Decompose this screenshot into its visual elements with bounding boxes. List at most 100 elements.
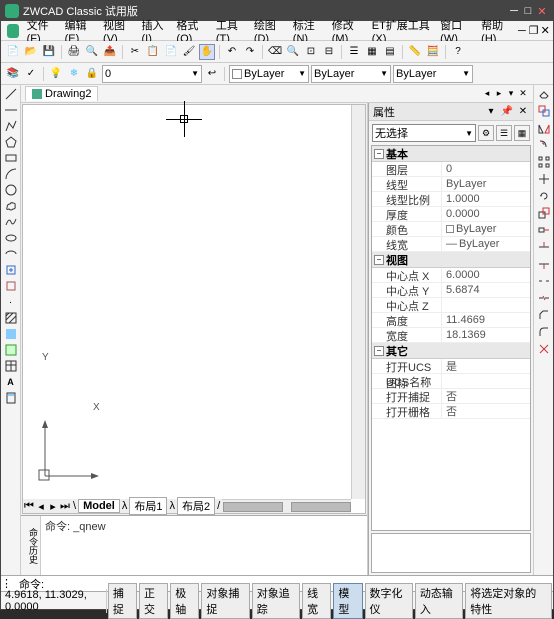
layer-freeze-icon[interactable]: ❄ xyxy=(66,66,82,82)
zoom-window-button[interactable]: ⊡ xyxy=(303,44,319,60)
status-otrack[interactable]: 对象追踪 xyxy=(252,583,300,619)
break-tool[interactable] xyxy=(537,274,551,288)
h-scroll-thumb2[interactable] xyxy=(291,502,351,512)
close-button[interactable]: ✕ xyxy=(535,4,549,18)
status-tablet[interactable]: 数字化仪 xyxy=(365,583,413,619)
document-tab[interactable]: Drawing2 xyxy=(25,86,98,101)
spline-tool[interactable] xyxy=(4,215,18,229)
status-snap[interactable]: 捕捉 xyxy=(108,583,137,619)
pan-button[interactable]: ✋ xyxy=(199,44,215,60)
copy-button[interactable]: 📋 xyxy=(145,44,161,60)
dist-button[interactable]: 📏 xyxy=(407,44,423,60)
line-tool[interactable] xyxy=(4,87,18,101)
drawing-canvas[interactable]: Y X ⏮ ◂ ▸ ⏭ \ Model xyxy=(22,104,366,514)
move-tool[interactable] xyxy=(537,172,551,186)
preview-button[interactable]: 🔍 xyxy=(84,44,100,60)
pickadd-button[interactable]: ☰ xyxy=(496,125,512,141)
app-menu-icon[interactable] xyxy=(7,24,19,38)
help-button[interactable]: ? xyxy=(450,44,466,60)
join-tool[interactable] xyxy=(537,291,551,305)
selectobjs-button[interactable]: ▦ xyxy=(514,125,530,141)
tab-prev-button[interactable]: ◂ xyxy=(35,500,47,513)
designcenter-button[interactable]: ▦ xyxy=(364,44,380,60)
prop-row-cz[interactable]: 中心点 Z xyxy=(372,298,530,313)
tab-close-button[interactable]: ✕ xyxy=(517,88,529,100)
zoom-prev-button[interactable]: ⊟ xyxy=(321,44,337,60)
category-view[interactable]: −视图 xyxy=(372,252,530,268)
layer-select[interactable]: 0 ▼ xyxy=(102,65,202,83)
selection-dropdown[interactable]: 无选择 ▼ xyxy=(372,124,476,142)
explode-tool[interactable] xyxy=(537,342,551,356)
layer-prev-button[interactable]: ↩ xyxy=(204,66,220,82)
fillet-tool[interactable] xyxy=(537,325,551,339)
panel-close-button[interactable]: ✕ xyxy=(517,106,529,118)
doc-close-button[interactable]: ✕ xyxy=(539,24,551,38)
layer-lock-icon[interactable]: 🔒 xyxy=(84,66,100,82)
h-scroll-thumb[interactable] xyxy=(223,502,283,512)
layer-states-button[interactable]: ✓ xyxy=(23,66,39,82)
array-tool[interactable] xyxy=(537,155,551,169)
toolpalette-button[interactable]: ▤ xyxy=(382,44,398,60)
erase-tool[interactable] xyxy=(537,87,551,101)
ellipse-tool[interactable] xyxy=(4,231,18,245)
paste-button[interactable]: 📄 xyxy=(163,44,179,60)
offset-tool[interactable] xyxy=(537,138,551,152)
layout1-tab[interactable]: 布局1 xyxy=(129,497,167,515)
prop-row-snap[interactable]: 打开捕捉否 xyxy=(372,389,530,404)
category-basic[interactable]: −基本 xyxy=(372,146,530,162)
collapse-icon[interactable]: − xyxy=(374,255,384,265)
ellipse-arc-tool[interactable] xyxy=(4,247,18,261)
cut-button[interactable]: ✂ xyxy=(127,44,143,60)
status-model[interactable]: 模型 xyxy=(333,583,362,619)
panel-dropdown-button[interactable]: ▾ xyxy=(485,106,497,118)
prop-row-thickness[interactable]: 厚度0.0000 xyxy=(372,207,530,222)
chamfer-tool[interactable] xyxy=(537,308,551,322)
zoom-realtime-button[interactable]: 🔍 xyxy=(285,44,301,60)
rectangle-tool[interactable] xyxy=(4,151,18,165)
rotate-tool[interactable] xyxy=(537,189,551,203)
prop-row-cx[interactable]: 中心点 X6.0000 xyxy=(372,268,530,283)
prop-row-lineweight[interactable]: 线宽— ByLayer xyxy=(372,237,530,252)
new-button[interactable]: 📄 xyxy=(5,44,21,60)
calc-button[interactable]: 🧮 xyxy=(425,44,441,60)
trim-tool[interactable] xyxy=(537,240,551,254)
status-lwt[interactable]: 线宽 xyxy=(302,583,331,619)
prop-row-color[interactable]: 颜色ByLayer xyxy=(372,222,530,237)
insert-block-tool[interactable] xyxy=(4,263,18,277)
doc-restore-button[interactable]: ❐ xyxy=(528,24,540,38)
region-tool[interactable] xyxy=(4,343,18,357)
status-polar[interactable]: 极轴 xyxy=(170,583,199,619)
model-tab[interactable]: Model xyxy=(78,499,120,513)
status-qp[interactable]: 将选定对象的特性 xyxy=(465,583,552,619)
layer-manager-button[interactable]: 📚 xyxy=(5,66,21,82)
prop-row-ltscale[interactable]: 线型比例1.0000 xyxy=(372,192,530,207)
extend-tool[interactable] xyxy=(537,257,551,271)
revcloud-tool[interactable] xyxy=(4,199,18,213)
prop-row-linetype[interactable]: 线型ByLayer xyxy=(372,177,530,192)
mtext-tool[interactable]: A xyxy=(4,375,18,389)
prop-row-ucsname[interactable]: UCS名称 xyxy=(372,374,530,389)
calculator-tool[interactable] xyxy=(4,391,18,405)
tab-menu-button[interactable]: ▾ xyxy=(505,88,517,100)
save-button[interactable]: 💾 xyxy=(41,44,57,60)
prop-row-cy[interactable]: 中心点 Y5.6874 xyxy=(372,283,530,298)
tab-last-button[interactable]: ⏭ xyxy=(59,500,71,513)
point-tool[interactable]: · xyxy=(4,295,18,309)
coordinate-display[interactable]: 4.9618, 11.3029, 0.0000 xyxy=(1,589,107,613)
prop-row-height[interactable]: 高度11.4669 xyxy=(372,313,530,328)
scrollbar-vertical[interactable] xyxy=(351,105,365,499)
open-button[interactable]: 📂 xyxy=(23,44,39,60)
erase-button[interactable]: ⌫ xyxy=(267,44,283,60)
table-tool[interactable] xyxy=(4,359,18,373)
collapse-icon[interactable]: − xyxy=(374,346,384,356)
mirror-tool[interactable] xyxy=(537,121,551,135)
gradient-tool[interactable] xyxy=(4,327,18,341)
layer-on-icon[interactable]: 💡 xyxy=(48,66,64,82)
pline-tool[interactable] xyxy=(4,119,18,133)
tab-first-button[interactable]: ⏮ xyxy=(23,500,35,513)
tab-left-button[interactable]: ◂ xyxy=(481,88,493,100)
prop-row-layer[interactable]: 图层0 xyxy=(372,162,530,177)
copy-tool[interactable] xyxy=(537,104,551,118)
hatch-tool[interactable] xyxy=(4,311,18,325)
maximize-button[interactable]: □ xyxy=(521,4,535,18)
